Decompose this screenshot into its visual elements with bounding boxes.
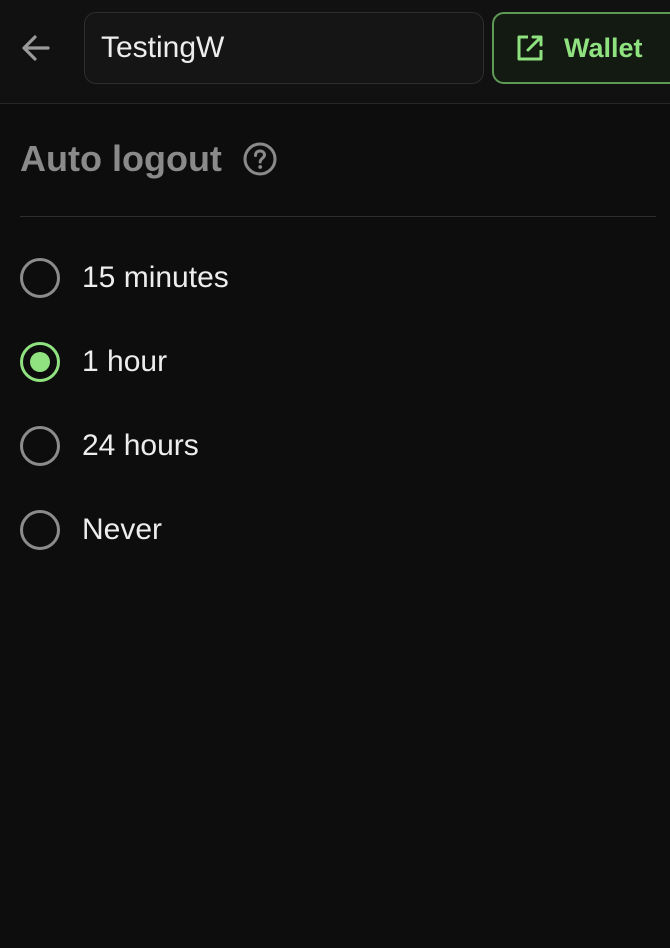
question-circle-icon <box>243 142 277 176</box>
name-input[interactable] <box>84 12 484 84</box>
arrow-left-icon <box>22 35 50 61</box>
external-link-icon <box>517 35 543 61</box>
option-label: 24 hours <box>82 429 199 462</box>
radio-selected-dot <box>30 352 50 372</box>
option-label: 15 minutes <box>82 261 229 294</box>
radio-never[interactable] <box>20 510 60 550</box>
radio-1-hour[interactable] <box>20 342 60 382</box>
back-button[interactable] <box>14 26 58 70</box>
help-icon[interactable] <box>242 141 278 177</box>
radio-15-minutes[interactable] <box>20 258 60 298</box>
wallet-button-label: Wallet <box>564 32 643 63</box>
option-15-minutes[interactable]: 15 minutes <box>20 236 656 320</box>
option-1-hour[interactable]: 1 hour <box>20 320 656 404</box>
section-header: Auto logout <box>20 138 278 180</box>
option-never[interactable]: Never <box>20 488 656 572</box>
option-24-hours[interactable]: 24 hours <box>20 404 656 488</box>
option-label: Never <box>82 513 163 546</box>
section-title: Auto logout <box>20 138 222 179</box>
radio-24-hours[interactable] <box>20 426 60 466</box>
option-label: 1 hour <box>82 345 168 378</box>
auto-logout-options: 15 minutes 1 hour 24 hours Never <box>20 236 656 572</box>
section-divider <box>20 216 656 217</box>
top-bar: Wallet <box>0 0 670 104</box>
wallet-button[interactable]: Wallet <box>492 12 670 84</box>
